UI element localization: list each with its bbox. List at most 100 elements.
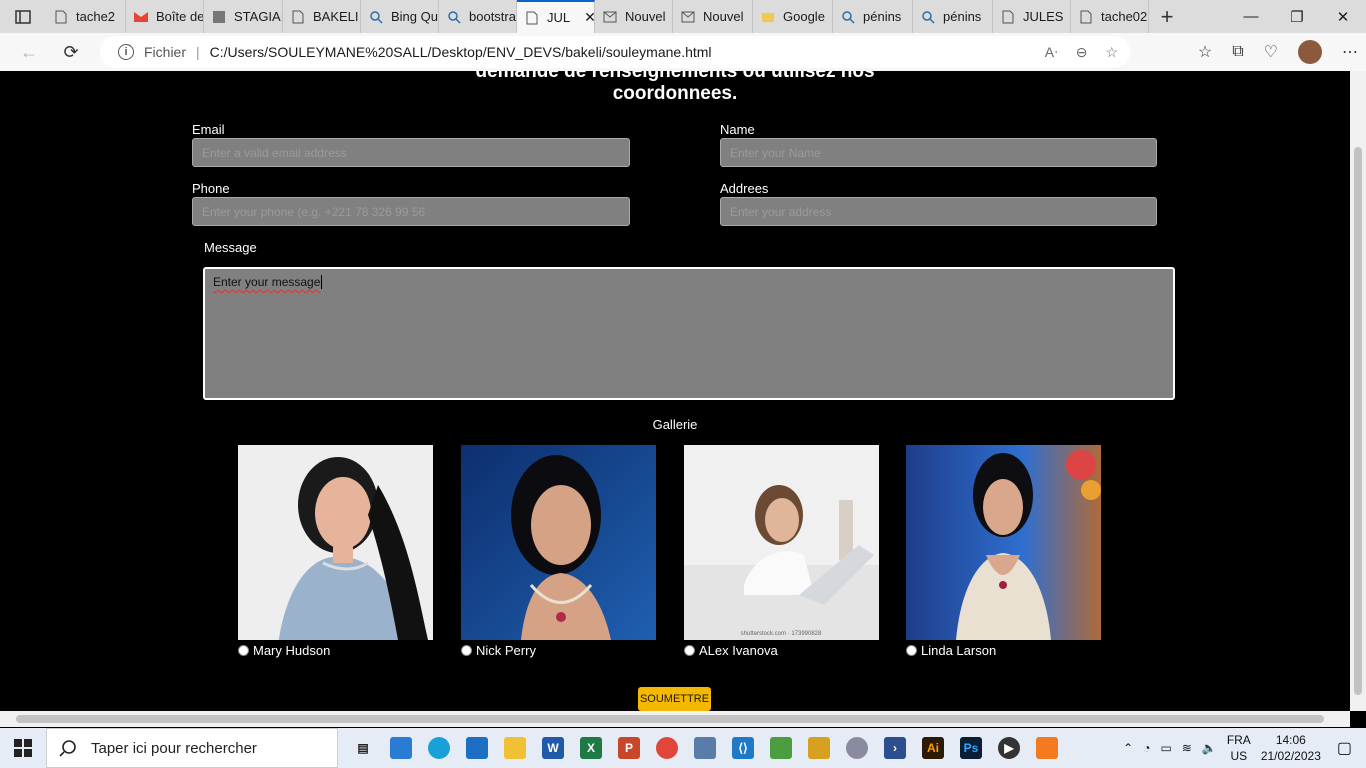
task-view-button[interactable]: ▤ [344,728,382,768]
search-icon [59,740,76,757]
tab[interactable]: tache2 [46,0,126,33]
tab[interactable]: pénins [913,0,993,33]
email-field[interactable]: Enter a valid email address [192,138,630,167]
horizontal-scrollbar[interactable] [0,711,1350,727]
address-bar[interactable]: i Fichier | C:/Users/SOULEYMANE%20SALL/D… [100,36,1130,68]
phone-field[interactable]: Enter your phone (e.g. +221 78 326 99 56 [192,197,630,226]
illustrator-button[interactable]: Ai [914,728,952,768]
tab[interactable]: Boîte de [126,0,204,33]
back-button[interactable]: ← [8,33,50,71]
gallery-caption: Nick Perry [461,643,536,658]
powershell-button[interactable]: › [876,728,914,768]
tab-actions-icon [15,9,31,24]
info-icon[interactable]: i [118,44,134,60]
store-button[interactable] [382,728,420,768]
scrollbar-thumb[interactable] [16,715,1324,723]
tab-active[interactable]: JUL ✕ [517,0,595,33]
volume-icon[interactable]: 🔈 [1202,741,1217,755]
chevron-up-icon[interactable]: ⌃ [1123,741,1133,755]
close-tab-icon[interactable]: ✕ [584,9,594,26]
vscode-button[interactable]: ⟨⟩ [724,728,762,768]
email-label: Email [192,122,225,137]
word-icon: W [542,737,564,759]
portrait-image: shutterstock.com · 173990828 [684,445,879,640]
tab[interactable]: Google [753,0,833,33]
submit-button[interactable]: SOUMETTRE [638,687,711,711]
scrollbar-thumb[interactable] [1354,147,1362,695]
word-button[interactable]: W [534,728,572,768]
caption-name: Nick Perry [476,643,536,658]
tab[interactable]: JULES [993,0,1071,33]
gallery-photo [906,445,1101,640]
excel-icon: X [580,737,602,759]
message-textarea[interactable]: Enter your message [203,267,1175,400]
select-radio[interactable] [461,645,472,656]
clock[interactable]: 14:06 21/02/2023 [1261,732,1321,764]
search-placeholder: Taper ici pour rechercher [91,739,257,757]
name-field[interactable]: Enter your Name [720,138,1157,167]
more-menu-icon[interactable]: ⋯ [1342,42,1358,62]
powerpoint-button[interactable]: P [610,728,648,768]
taskbar-apps: ▤ W X P ⟨⟩ › Ai Ps ▶ [344,728,1066,768]
tab[interactable]: Nouvel [673,0,753,33]
select-radio[interactable] [238,645,249,656]
media-player-button[interactable]: ▶ [990,728,1028,768]
toolbar-right: ☆ ⧉ ♡ ⋯ [1198,33,1358,71]
add-favorite-icon[interactable]: ☆ [1105,44,1118,61]
select-radio[interactable] [684,645,695,656]
tab[interactable]: BAKELI [283,0,361,33]
tab[interactable]: STAGIAI [204,0,283,33]
start-button[interactable] [0,728,46,768]
photoshop-button[interactable]: Ps [952,728,990,768]
remote-desktop-icon [694,737,716,759]
message-label: Message [204,240,257,255]
network-icon[interactable]: ◔ [1143,741,1150,755]
battery-icon[interactable]: ▭ [1160,741,1171,755]
read-aloud-icon[interactable]: Aᐧ [1045,44,1058,61]
browser-essentials-icon[interactable]: ♡ [1264,42,1278,62]
intellij-button[interactable] [800,728,838,768]
excel-button[interactable]: X [572,728,610,768]
chrome-button[interactable] [648,728,686,768]
store-icon [390,737,412,759]
minimize-icon: — [1243,8,1259,25]
new-tab-button[interactable]: + [1149,0,1185,33]
profile-avatar[interactable] [1298,40,1322,64]
gallery-caption: Linda Larson [906,643,996,658]
url-text[interactable]: C:/Users/SOULEYMANE%20SALL/Desktop/ENV_D… [210,44,712,60]
remote-desktop-button[interactable] [686,728,724,768]
tab-label: Nouvel [625,9,666,24]
tab-label: BAKELI [313,9,359,24]
tab[interactable]: bootstra [439,0,517,33]
windows-icon [14,739,32,757]
tab[interactable]: tache02 [1071,0,1149,33]
tab[interactable]: Bing Qu [361,0,439,33]
app-button[interactable] [838,728,876,768]
minimize-button[interactable]: — [1228,0,1274,33]
zoom-out-icon[interactable]: ⊖ [1076,44,1088,61]
xampp-button[interactable] [1028,728,1066,768]
edge-button[interactable] [420,728,458,768]
language-indicator[interactable]: FRA US [1227,732,1251,764]
nodejs-button[interactable] [762,728,800,768]
select-radio[interactable] [906,645,917,656]
collections-icon[interactable]: ⧉ [1232,43,1243,61]
tab-actions-button[interactable] [0,0,46,33]
taskbar-search[interactable]: Taper ici pour rechercher [46,728,338,768]
refresh-button[interactable]: ⟳ [50,33,92,71]
restore-button[interactable]: ❐ [1274,0,1320,33]
intro-line: demande de renseignements ou utilisez no… [475,71,875,82]
tab-label: tache02 [1101,9,1148,24]
vertical-scrollbar[interactable] [1350,71,1366,711]
tab[interactable]: pénins [833,0,913,33]
wifi-icon[interactable]: ≋ [1182,741,1192,755]
favorites-icon[interactable]: ☆ [1198,42,1212,62]
explorer-button[interactable] [496,728,534,768]
task-view-icon: ▤ [357,741,369,755]
close-window-button[interactable]: ✕ [1320,0,1366,33]
mail-button[interactable] [458,728,496,768]
chrome-icon [656,737,678,759]
tab[interactable]: Nouvel [595,0,673,33]
address-field[interactable]: Enter your address [720,197,1157,226]
notifications-icon[interactable]: ▢ [1337,738,1352,758]
